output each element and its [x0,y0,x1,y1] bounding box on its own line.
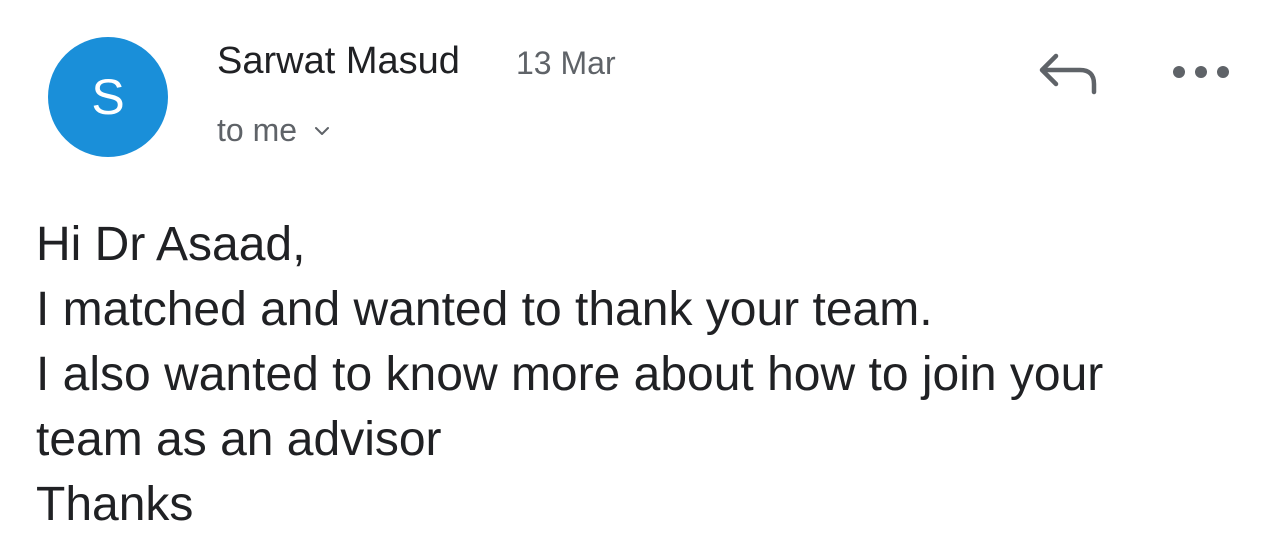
message-line: I also wanted to know more about how to … [36,348,1104,401]
sender-name[interactable]: Sarwat Masud [217,40,460,83]
more-options-icon[interactable] [1170,52,1232,92]
recipient-label: to me [217,112,298,148]
message-line: Hi Dr Asaad, [36,218,306,271]
message-line: I matched and wanted to thank your team. [36,283,933,336]
message-line: team as an advisor [36,413,442,466]
recipient-details-toggle[interactable]: to me [217,112,331,149]
message-line: Thanks [36,478,194,531]
avatar[interactable]: S [48,37,168,157]
chevron-down-icon [315,126,330,135]
reply-icon[interactable] [1036,46,1102,100]
avatar-initial: S [91,69,125,125]
email-date: 13 Mar [516,45,616,81]
message-body: Hi Dr Asaad, I matched and wanted to tha… [36,212,1276,537]
